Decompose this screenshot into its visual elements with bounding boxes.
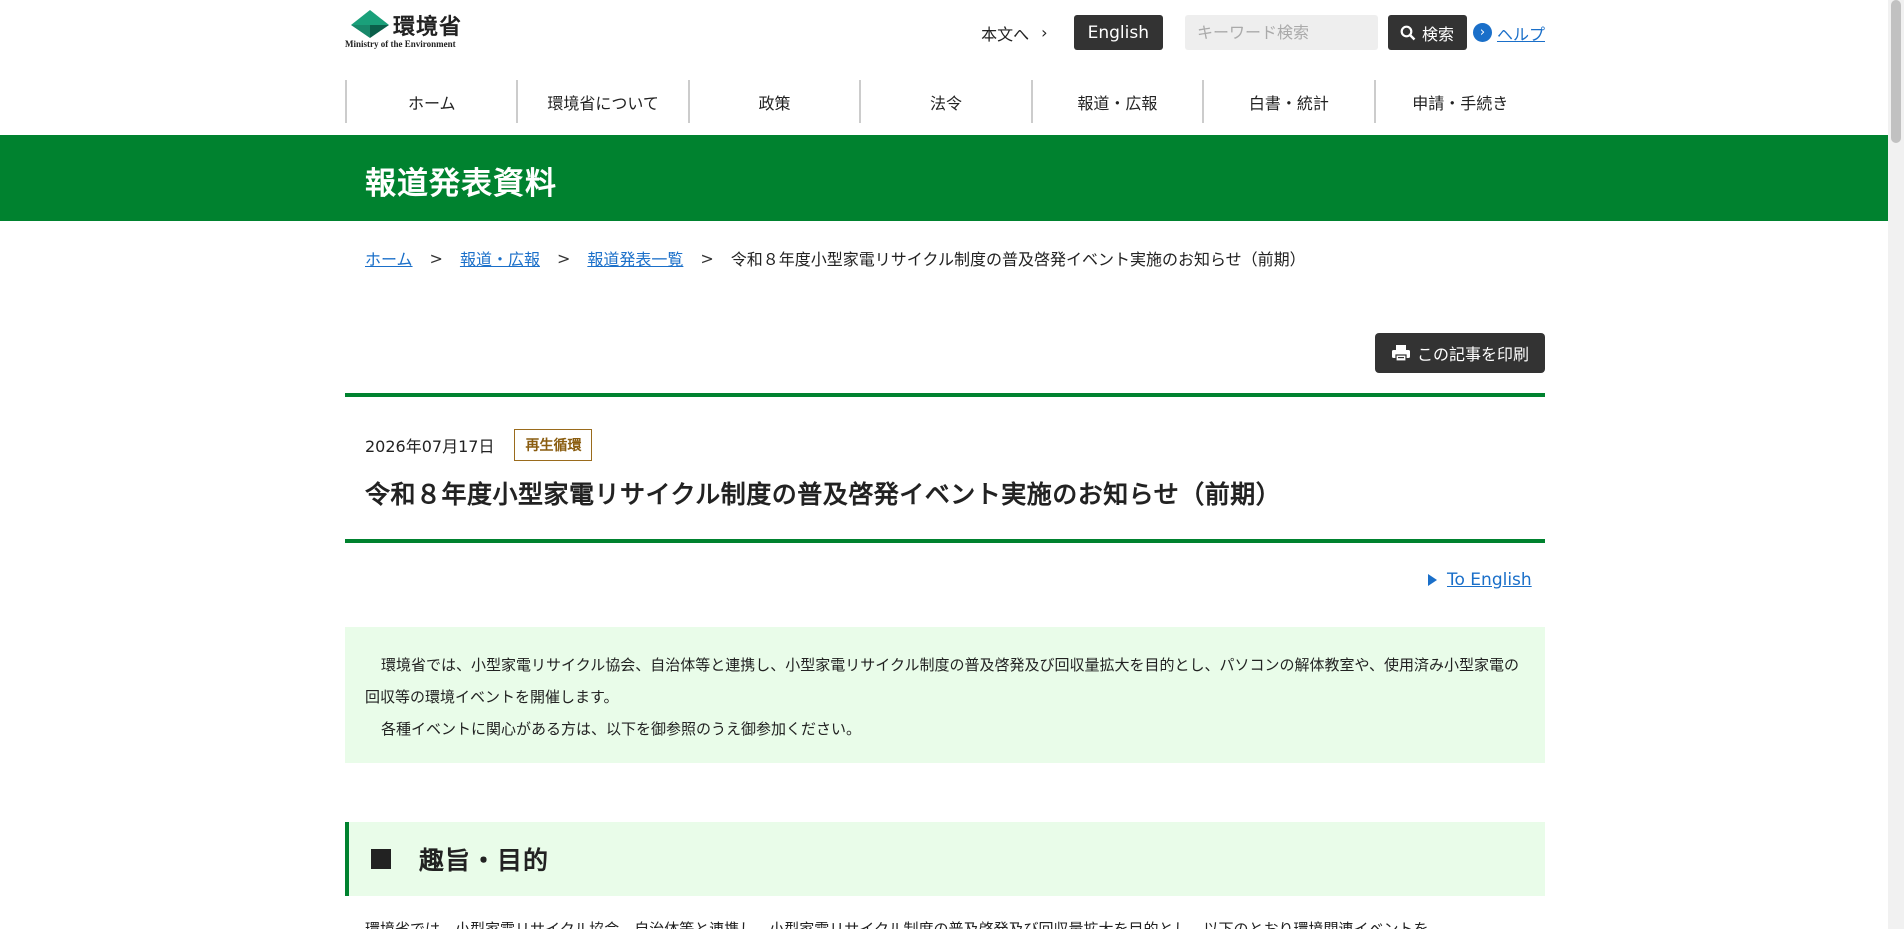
article-date: 2026年07月17日 — [365, 437, 495, 456]
logo-japanese-text: 環境省 — [393, 15, 463, 40]
breadcrumb: ホーム > 報道・広報 > 報道発表一覧 > 令和８年度小型家電リサイクル制度の… — [365, 246, 1306, 270]
page-title-band: 報道発表資料 — [0, 135, 1888, 221]
nav-item-whitepaper[interactable]: 白書・統計 — [1202, 80, 1373, 123]
nav-item-home[interactable]: ホーム — [345, 80, 516, 123]
breadcrumb-separator: > — [429, 248, 443, 268]
breadcrumb-separator: > — [700, 248, 714, 268]
breadcrumb-current: 令和８年度小型家電リサイクル制度の普及啓発イベント実施のお知らせ（前期） — [730, 250, 1306, 269]
help-label: ヘルプ — [1496, 24, 1545, 44]
section-heading: 趣旨・目的 — [345, 822, 1545, 896]
printer-icon — [1391, 345, 1410, 362]
site-header-container: 環境省 Ministry of the Environment 本文へ › En… — [345, 0, 1545, 123]
page-scrollbar[interactable] — [1888, 0, 1904, 929]
article-meta: 2026年07月17日 再生循環 — [365, 429, 593, 461]
article-header: 2026年07月17日 再生循環 令和８年度小型家電リサイクル制度の普及啓発イベ… — [345, 393, 1545, 543]
chevron-circle-icon: › — [1472, 23, 1492, 42]
to-english-label: To English — [1447, 570, 1532, 590]
utility-bar: 本文へ › English 検索 › ヘルプ — [981, 15, 1545, 50]
skip-to-content-link[interactable]: 本文へ › — [981, 21, 1047, 45]
site-header: 環境省 Ministry of the Environment 本文へ › En… — [345, 0, 1545, 68]
skip-label: 本文へ — [981, 24, 1030, 44]
search-icon — [1400, 25, 1416, 40]
global-nav: ホーム 環境省について 政策 法令 報道・広報 白書・統計 申請・手続き — [345, 80, 1545, 123]
summary-paragraph: 各種イベントに関心がある方は、以下を御参照のうえ御参加ください。 — [381, 720, 862, 738]
chevron-right-icon: › — [1041, 23, 1048, 42]
scrollbar-thumb[interactable] — [1891, 0, 1901, 143]
search-button[interactable]: 検索 — [1387, 15, 1467, 50]
breadcrumb-link-press-list[interactable]: 報道発表一覧 — [587, 246, 683, 270]
breadcrumb-separator: > — [556, 248, 571, 268]
category-tag: 再生循環 — [514, 429, 593, 461]
print-button-label: この記事を印刷 — [1416, 345, 1529, 364]
triangle-right-icon — [1428, 574, 1437, 586]
article-summary: 環境省では、小型家電リサイクル協会、自治体等と連携し、小型家電リサイクル制度の普… — [345, 627, 1545, 763]
nav-item-applications[interactable]: 申請・手続き — [1373, 80, 1545, 123]
summary-paragraph: 環境省では、小型家電リサイクル協会、自治体等と連携し、小型家電リサイクル制度の普… — [365, 656, 1520, 706]
section-body-text: 環境省では、小型家電リサイクル協会、自治体等と連携し、小型家電リサイクル制度の普… — [365, 920, 1429, 929]
square-bullet-icon — [371, 849, 391, 869]
to-english-link[interactable]: To English — [1428, 570, 1532, 590]
breadcrumb-link-press[interactable]: 報道・広報 — [460, 246, 540, 270]
page-title: 報道発表資料 — [365, 166, 557, 202]
help-link[interactable]: › ヘルプ — [1472, 21, 1545, 45]
nav-item-about[interactable]: 環境省について — [516, 80, 687, 123]
section-heading-text: 趣旨・目的 — [419, 846, 550, 875]
ministry-logo-icon — [351, 10, 389, 38]
nav-item-policy[interactable]: 政策 — [687, 80, 859, 123]
article-title: 令和８年度小型家電リサイクル制度の普及啓発イベント実施のお知らせ（前期） — [365, 480, 1282, 509]
search-button-label: 検索 — [1421, 24, 1454, 44]
search-input[interactable] — [1184, 15, 1378, 50]
nav-item-press[interactable]: 報道・広報 — [1030, 80, 1202, 123]
english-button[interactable]: English — [1073, 15, 1163, 50]
nav-item-laws[interactable]: 法令 — [859, 80, 1030, 123]
print-article-button[interactable]: この記事を印刷 — [1375, 333, 1545, 373]
site-logo[interactable]: 環境省 Ministry of the Environment — [345, 8, 475, 49]
breadcrumb-link-home[interactable]: ホーム — [365, 246, 413, 270]
logo-english-text: Ministry of the Environment — [345, 39, 456, 49]
